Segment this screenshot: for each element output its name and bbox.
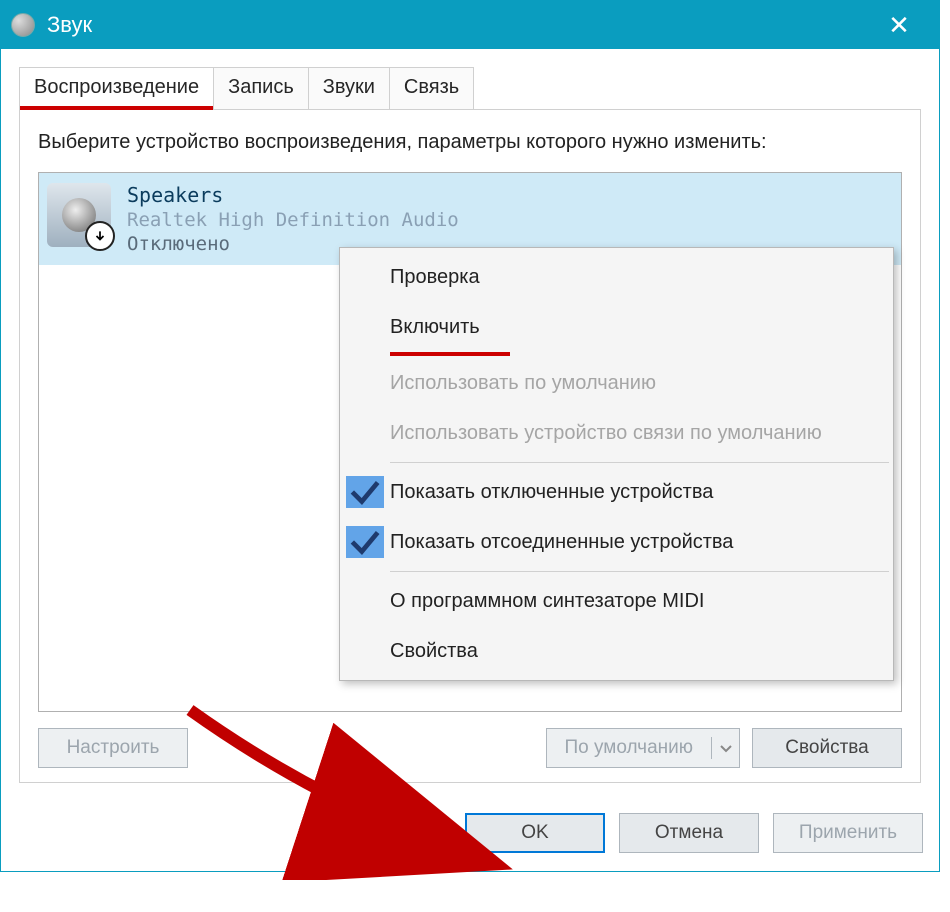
tab-label: Воспроизведение [34, 76, 199, 98]
menu-label: Свойства [390, 640, 883, 663]
set-default-split-button: По умолчанию [546, 728, 741, 768]
menu-check-slot [346, 635, 384, 667]
menu-label: Включить [390, 316, 883, 339]
menu-separator [390, 571, 889, 572]
menu-check-slot [346, 261, 384, 293]
menu-check-slot [346, 367, 384, 399]
button-label: Отмена [655, 822, 723, 844]
checkmark-icon [346, 526, 384, 558]
menu-item-set-default-comm: Использовать устройство связи по умолчан… [342, 408, 891, 458]
menu-item-set-default: Использовать по умолчанию [342, 358, 891, 408]
panel-button-row: Настроить По умолчанию Свойства [38, 728, 902, 768]
tab-label: Связь [404, 76, 459, 98]
device-icon-wrapper [47, 183, 111, 247]
tab-sounds[interactable]: Звуки [308, 67, 390, 109]
tab-communications[interactable]: Связь [389, 67, 474, 109]
menu-check-slot [346, 417, 384, 449]
menu-label: Проверка [390, 266, 883, 289]
sound-icon [11, 13, 35, 37]
window-title: Звук [47, 12, 869, 38]
set-default-button-main: По умолчанию [547, 737, 712, 759]
sound-dialog-window: Звук ✕ Воспроизведение Запись Звуки Связ… [0, 0, 940, 872]
dialog-content: Воспроизведение Запись Звуки Связь Выбер… [1, 49, 939, 797]
menu-check-slot [346, 311, 384, 343]
tab-panel: Выберите устройство воспроизведения, пар… [19, 110, 921, 783]
device-list[interactable]: Speakers Realtek High Definition Audio О… [38, 172, 902, 712]
tab-label: Запись [228, 76, 294, 98]
titlebar[interactable]: Звук ✕ [1, 1, 939, 49]
set-default-dropdown [711, 737, 739, 759]
button-label: Настроить [67, 737, 160, 759]
configure-button: Настроить [38, 728, 188, 768]
tab-playback[interactable]: Воспроизведение [19, 67, 214, 109]
button-label: Свойства [785, 737, 868, 759]
close-icon: ✕ [888, 10, 910, 41]
disabled-badge-icon [85, 221, 115, 251]
tab-strip: Воспроизведение Запись Звуки Связь [19, 67, 921, 110]
menu-item-enable[interactable]: Включить [342, 302, 891, 352]
tab-recording[interactable]: Запись [213, 67, 309, 109]
chevron-down-icon [720, 737, 732, 759]
device-driver: Realtek High Definition Audio [127, 209, 459, 231]
menu-separator [390, 462, 889, 463]
menu-label: Показать отключенные устройства [390, 481, 883, 504]
dialog-button-row: OK Отмена Применить [1, 797, 939, 871]
ok-button[interactable]: OK [465, 813, 605, 853]
menu-label: О программном синтезаторе MIDI [390, 590, 883, 613]
highlight-underline [390, 352, 510, 356]
menu-label: Использовать устройство связи по умолчан… [390, 422, 883, 445]
close-button[interactable]: ✕ [869, 1, 929, 49]
menu-label: Использовать по умолчанию [390, 372, 883, 395]
checkmark-icon [346, 476, 384, 508]
device-info: Speakers Realtek High Definition Audio О… [127, 183, 459, 255]
properties-button[interactable]: Свойства [752, 728, 902, 768]
menu-item-test[interactable]: Проверка [342, 252, 891, 302]
menu-label: Показать отсоединенные устройства [390, 531, 883, 554]
device-name: Speakers [127, 183, 459, 207]
menu-item-show-disconnected[interactable]: Показать отсоединенные устройства [342, 517, 891, 567]
menu-item-properties[interactable]: Свойства [342, 626, 891, 676]
instruction-text: Выберите устройство воспроизведения, пар… [38, 128, 902, 156]
menu-item-show-disabled[interactable]: Показать отключенные устройства [342, 467, 891, 517]
tab-label: Звуки [323, 76, 375, 98]
context-menu: Проверка Включить Использовать по умолча… [339, 247, 894, 681]
menu-check-slot [346, 585, 384, 617]
cancel-button[interactable]: Отмена [619, 813, 759, 853]
button-label: OK [521, 822, 548, 844]
apply-button: Применить [773, 813, 923, 853]
menu-item-about-midi[interactable]: О программном синтезаторе MIDI [342, 576, 891, 626]
button-label: По умолчанию [565, 737, 694, 759]
button-label: Применить [799, 822, 897, 844]
highlight-underline [20, 106, 213, 110]
